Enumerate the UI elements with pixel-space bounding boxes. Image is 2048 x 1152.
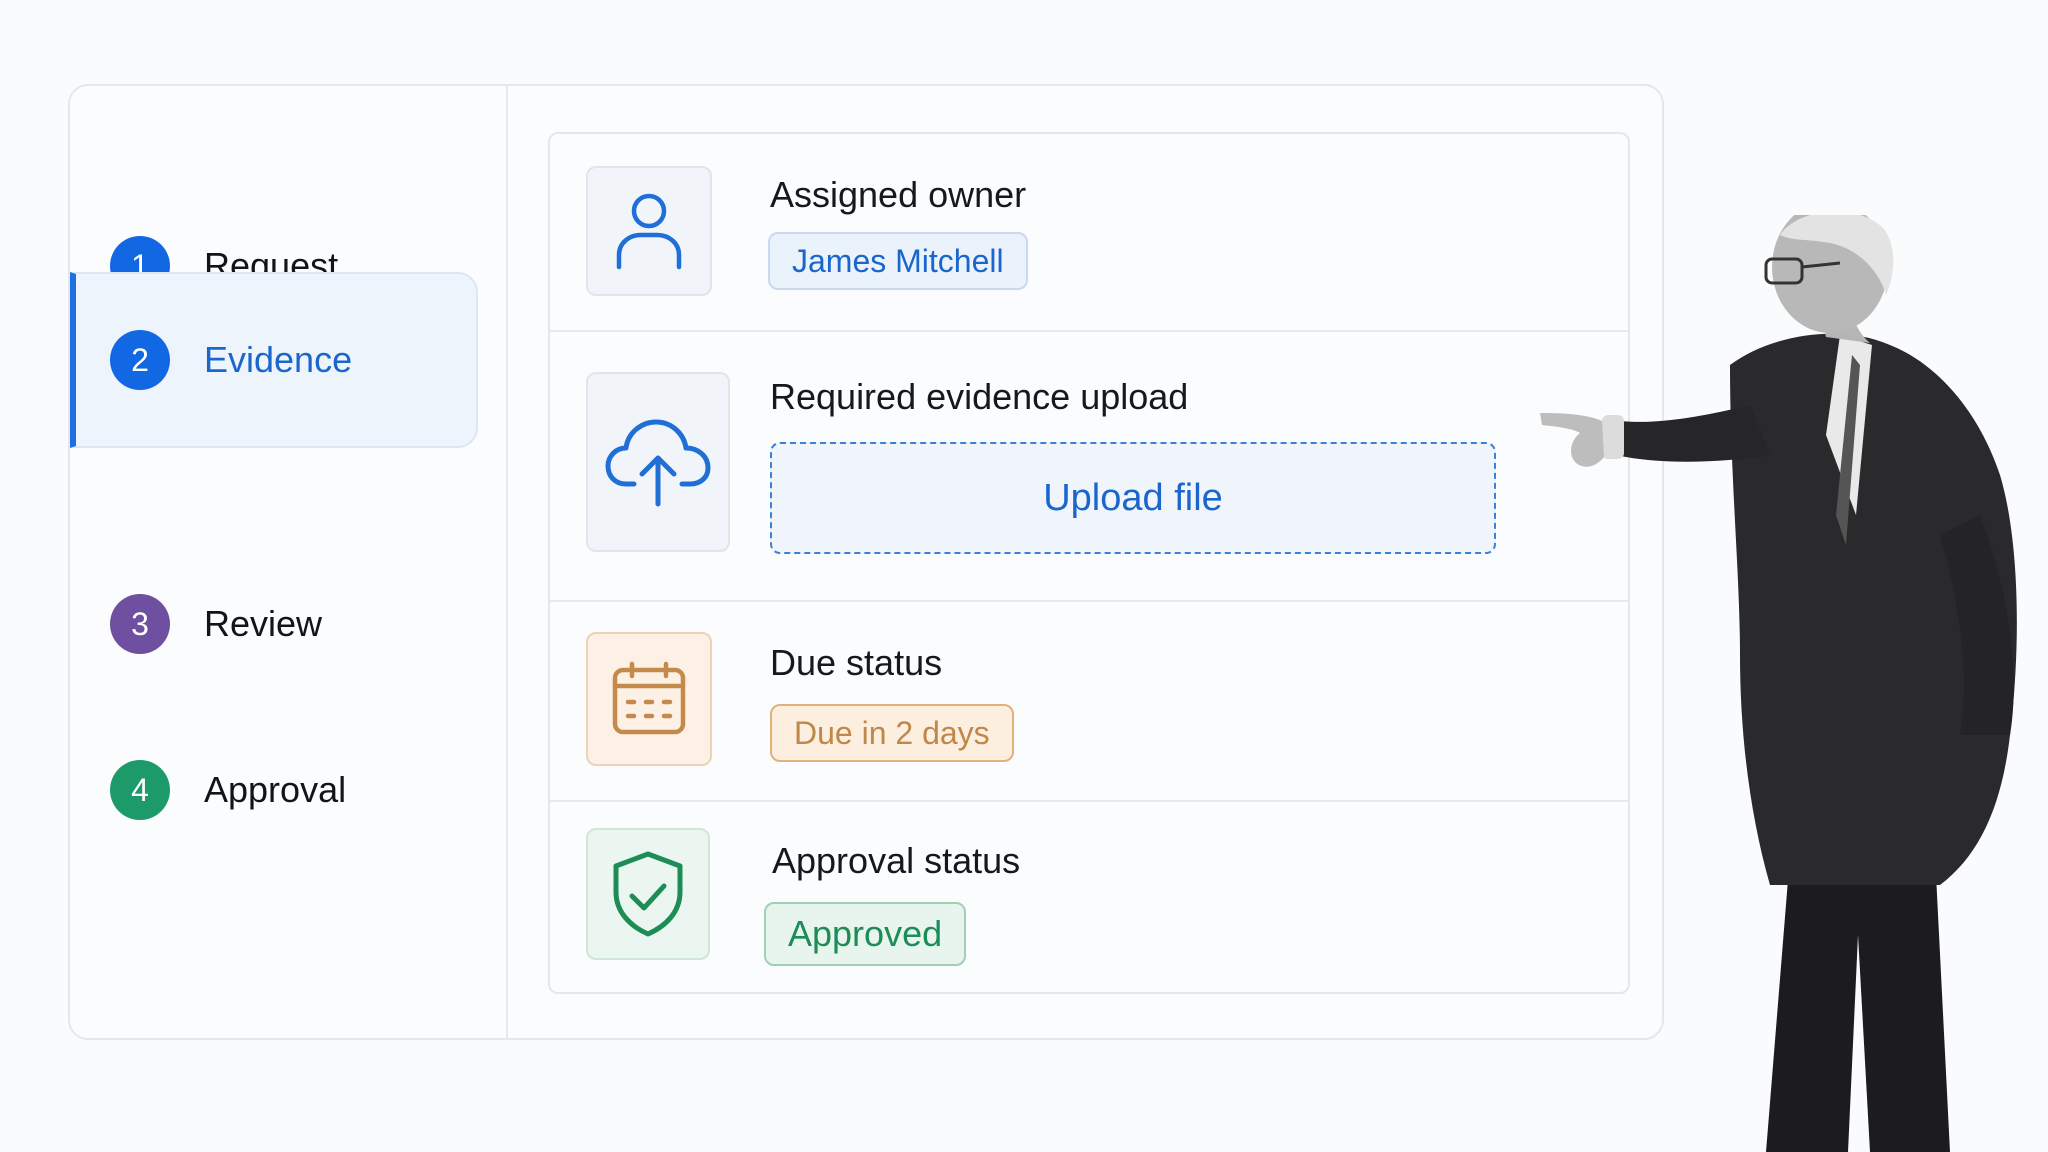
step-number: 2 xyxy=(110,330,170,390)
owner-title: Assigned owner xyxy=(770,174,1027,215)
step-sidebar: 1 Request 2 Evidence 3 Review 4 Approval xyxy=(70,86,508,1038)
due-title: Due status xyxy=(770,642,943,683)
shield-check-icon xyxy=(586,828,710,960)
step-label: Review xyxy=(204,603,323,644)
step-number: 3 xyxy=(110,594,170,654)
owner-name-chip[interactable]: James Mitchell xyxy=(768,232,1028,290)
cloud-upload-icon xyxy=(586,372,730,552)
due-row: Due status Due in 2 days xyxy=(550,602,1628,802)
step-label: Evidence xyxy=(204,339,353,380)
approval-status-badge: Approved xyxy=(764,902,967,966)
workflow-window: 1 Request 2 Evidence 3 Review 4 Approval… xyxy=(68,84,1664,1040)
step-approval[interactable]: 4 Approval xyxy=(70,702,478,878)
calendar-icon xyxy=(586,632,712,766)
step-evidence[interactable]: 2 Evidence xyxy=(70,272,478,448)
presenter-figure xyxy=(1540,215,2017,1152)
user-icon xyxy=(586,166,712,296)
owner-row: Assigned owner James Mitchell xyxy=(550,134,1628,332)
due-status-badge: Due in 2 days xyxy=(770,704,1014,762)
step-label: Approval xyxy=(204,769,347,810)
approval-title: Approval status xyxy=(772,840,1021,881)
step-number: 4 xyxy=(110,760,170,820)
detail-panel: Assigned owner James Mitchell Required e… xyxy=(548,132,1630,994)
evidence-title: Required evidence upload xyxy=(770,376,1189,417)
approval-row: Approval status Approved xyxy=(550,802,1628,992)
upload-file-dropzone[interactable]: Upload file xyxy=(770,442,1496,554)
step-review[interactable]: 3 Review xyxy=(70,536,478,712)
evidence-row: Required evidence upload Upload file xyxy=(550,332,1628,602)
